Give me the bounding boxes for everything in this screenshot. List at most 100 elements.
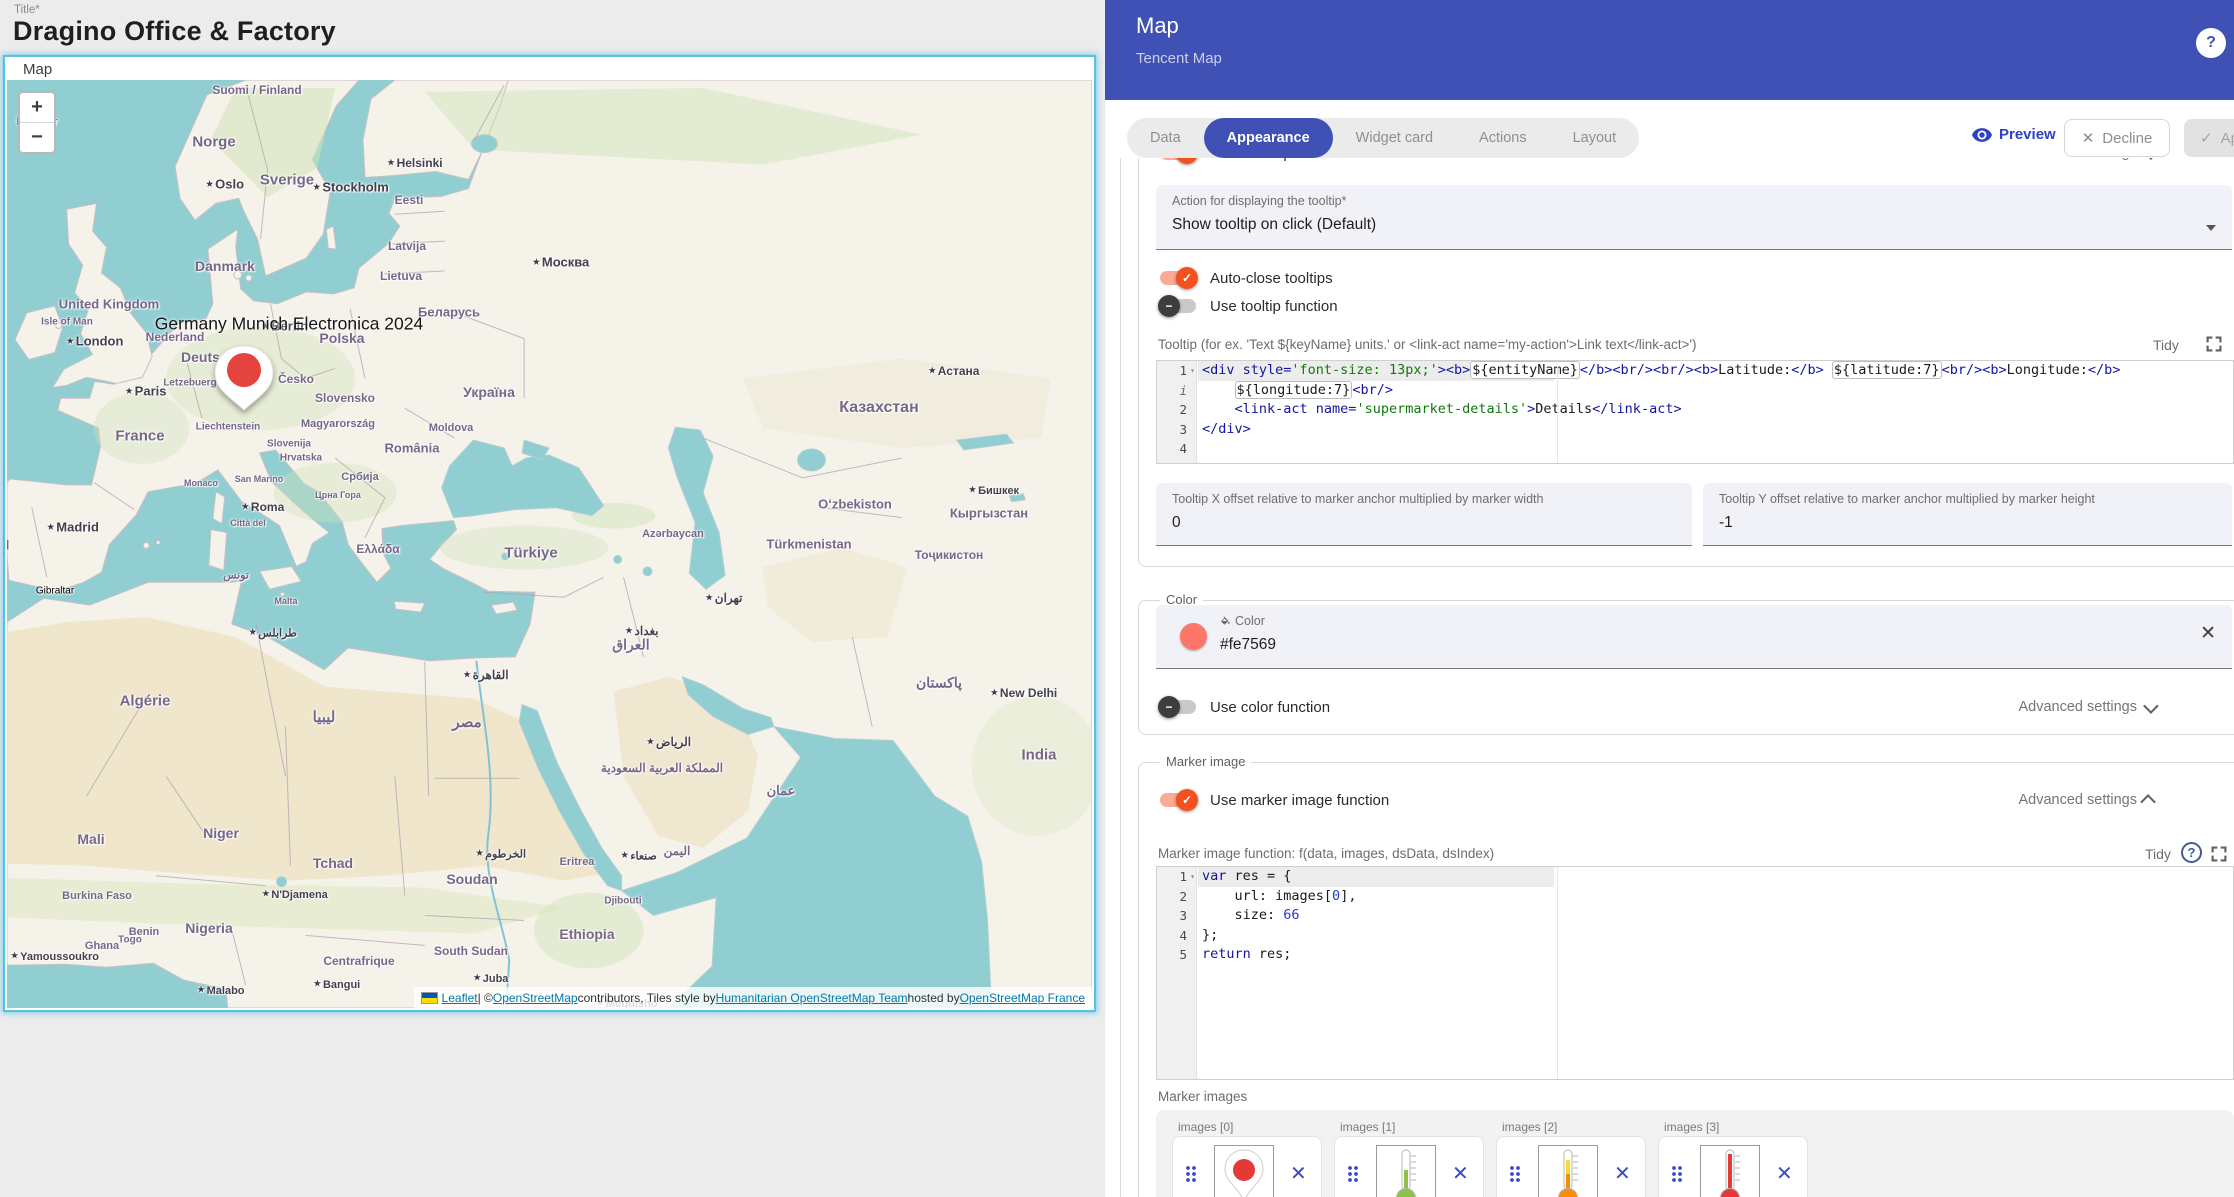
dropdown-caret-icon bbox=[2206, 225, 2216, 231]
x-offset-value: 0 bbox=[1172, 514, 1181, 532]
attribution-link[interactable]: Leaflet bbox=[442, 991, 478, 1005]
screen: Title* Dragino Office & Factory Map bbox=[0, 0, 2234, 1197]
code-token: </div> bbox=[1202, 421, 1251, 437]
print-margin bbox=[1557, 867, 1558, 1079]
marker-image-thumbnail[interactable] bbox=[1214, 1145, 1274, 1197]
editor-code-area[interactable]: <div style='font-size: 13px;'><b>${entit… bbox=[1198, 361, 2233, 463]
panel-subtitle: Tencent Map bbox=[1136, 50, 1222, 67]
marker-image-code-editor[interactable]: 1▾2345var res = { url: images[0], size: … bbox=[1156, 866, 2234, 1080]
tooltip-action-value: Show tooltip on click (Default) bbox=[1172, 216, 1376, 234]
code-token: size: bbox=[1202, 907, 1283, 923]
zoom-out-button[interactable]: − bbox=[20, 122, 54, 152]
map-attribution: Leaflet | © OpenStreetMap contributors, … bbox=[414, 987, 1092, 1008]
use-marker-image-function-toggle[interactable]: ✓ bbox=[1158, 789, 1198, 811]
tooltip-hint-label: Tooltip (for ex. 'Text ${keyName} units.… bbox=[1158, 337, 1697, 352]
tab-actions[interactable]: Actions bbox=[1456, 118, 1550, 158]
fullscreen-icon[interactable] bbox=[2204, 334, 2224, 359]
panel-title: Map bbox=[1136, 13, 1179, 39]
tooltip-code-editor[interactable]: 1▾i234<div style='font-size: 13px;'><b>$… bbox=[1156, 360, 2234, 464]
marker-image-thumbnail[interactable] bbox=[1538, 1145, 1598, 1197]
drag-handle-icon[interactable] bbox=[1671, 1164, 1683, 1189]
code-line: return res; bbox=[1198, 945, 2233, 965]
tidy-button[interactable]: Tidy bbox=[2153, 337, 2179, 353]
fold-caret-icon[interactable]: ▾ bbox=[1190, 361, 1195, 381]
format-color-icon bbox=[1220, 616, 1231, 627]
marker-image-thumbnail[interactable] bbox=[1376, 1145, 1436, 1197]
remove-image-icon[interactable]: ✕ bbox=[1776, 1161, 1793, 1186]
tooltip-advanced-settings-link[interactable]: Advanced settings bbox=[1995, 158, 2155, 161]
drag-handle-icon[interactable] bbox=[1509, 1164, 1521, 1189]
attribution-link[interactable]: OpenStreetMap bbox=[493, 991, 578, 1005]
map-canvas[interactable] bbox=[7, 80, 1092, 1008]
code-token: Longitude: bbox=[2007, 362, 2088, 378]
code-token: ${longitude:7} bbox=[1235, 381, 1353, 399]
settings-scroll-area[interactable]: ✓ Show tooltip Advanced settings Action … bbox=[1105, 158, 2234, 1197]
tab-bar: DataAppearanceWidget cardActionsLayout bbox=[1127, 118, 1639, 158]
tab-appearance[interactable]: Appearance bbox=[1204, 118, 1333, 158]
use-color-function-label: Use color function bbox=[1210, 699, 1330, 716]
code-line: <link-act name='supermarket-details'>Det… bbox=[1198, 400, 2233, 420]
marker-image-card: ✕ bbox=[1658, 1136, 1808, 1197]
editor-code-area[interactable]: var res = { url: images[0], size: 66};re… bbox=[1198, 867, 2233, 1079]
x-offset-label: Tooltip X offset relative to marker anch… bbox=[1172, 492, 1543, 506]
autoclose-tooltips-toggle[interactable]: ✓ bbox=[1158, 267, 1198, 289]
use-color-function-toggle[interactable]: − bbox=[1158, 696, 1198, 718]
remove-image-icon[interactable]: ✕ bbox=[1614, 1161, 1631, 1186]
zoom-in-button[interactable]: + bbox=[20, 93, 54, 122]
tooltip-y-offset-field[interactable]: Tooltip Y offset relative to marker anch… bbox=[1703, 483, 2232, 546]
help-button[interactable]: ? bbox=[2196, 28, 2226, 58]
widget-title: Dragino Office & Factory bbox=[13, 16, 336, 47]
tidy-button[interactable]: Tidy bbox=[2145, 846, 2171, 862]
drag-handle-icon[interactable] bbox=[1185, 1164, 1197, 1189]
color-field[interactable]: Color #fe7569 ✕ bbox=[1156, 605, 2232, 669]
code-token bbox=[1202, 382, 1235, 398]
marker-image-thumbnail[interactable] bbox=[1700, 1145, 1760, 1197]
color-swatch[interactable] bbox=[1180, 623, 1207, 650]
tab-widget-card[interactable]: Widget card bbox=[1333, 118, 1456, 158]
code-line: url: images[0], bbox=[1198, 887, 2233, 907]
preview-button[interactable]: Preview bbox=[1972, 126, 2056, 143]
map-marker-label: Germany Munich Electronica 2024 bbox=[155, 314, 423, 335]
editor-help-icon[interactable]: ? bbox=[2181, 842, 2202, 863]
gutter-line-number: 1▾ bbox=[1157, 361, 1196, 381]
gutter-line-number: 4 bbox=[1157, 439, 1196, 459]
chevron-down-icon bbox=[2143, 698, 2159, 714]
map-viewport[interactable]: Suomi / FinlandFøroyarNorgeSverigeDanmar… bbox=[7, 80, 1092, 1008]
fold-caret-icon[interactable]: ▾ bbox=[1190, 867, 1195, 887]
tooltip-action-select[interactable]: Action for displaying the tooltip* Show … bbox=[1156, 185, 2232, 250]
marker-image-index-label: images [1] bbox=[1340, 1120, 1395, 1134]
use-tooltip-function-toggle[interactable]: − bbox=[1158, 295, 1198, 317]
apply-button[interactable]: ✓ Ap bbox=[2184, 119, 2234, 157]
code-token: res = { bbox=[1226, 868, 1291, 884]
gutter-line-number: 3 bbox=[1157, 420, 1196, 440]
tooltip-x-offset-field[interactable]: Tooltip X offset relative to marker anch… bbox=[1156, 483, 1692, 546]
gutter-line-number: 4 bbox=[1157, 926, 1196, 946]
attribution-text: | © bbox=[478, 991, 493, 1005]
decline-label: Decline bbox=[2102, 130, 2152, 147]
code-line bbox=[1198, 439, 2233, 459]
tab-layout[interactable]: Layout bbox=[1550, 118, 1640, 158]
gutter-line-number: i bbox=[1157, 381, 1196, 401]
remove-image-icon[interactable]: ✕ bbox=[1452, 1161, 1469, 1186]
marker-advanced-settings-link[interactable]: Advanced settings bbox=[1995, 792, 2155, 808]
clear-color-icon[interactable]: ✕ bbox=[2200, 622, 2216, 645]
map-marker-pin-icon[interactable] bbox=[209, 344, 279, 412]
divider bbox=[1120, 158, 1121, 1197]
attribution-link[interactable]: OpenStreetMap France bbox=[960, 991, 1085, 1005]
code-token: </b> bbox=[2088, 362, 2121, 378]
marker-images-container: images [0]✕images [1]✕images [2]✕images … bbox=[1156, 1110, 2234, 1197]
tab-data[interactable]: Data bbox=[1127, 118, 1204, 158]
show-tooltip-toggle[interactable]: ✓ bbox=[1158, 158, 1198, 164]
gutter-line-number: 3 bbox=[1157, 906, 1196, 926]
map-widget-card[interactable]: Map bbox=[3, 55, 1096, 1012]
color-advanced-settings-link[interactable]: Advanced settings bbox=[1995, 699, 2155, 715]
decline-button[interactable]: ✕ Decline bbox=[2064, 119, 2170, 157]
drag-handle-icon[interactable] bbox=[1347, 1164, 1359, 1189]
attribution-text: contributors, Tiles style by bbox=[578, 991, 716, 1005]
attribution-link[interactable]: Humanitarian OpenStreetMap Team bbox=[716, 991, 908, 1005]
code-token: </b> bbox=[1791, 362, 1824, 378]
code-token: url: images[ bbox=[1202, 888, 1332, 904]
code-line: </div> bbox=[1198, 420, 2233, 440]
remove-image-icon[interactable]: ✕ bbox=[1290, 1161, 1307, 1186]
chevron-down-icon bbox=[2143, 158, 2159, 159]
